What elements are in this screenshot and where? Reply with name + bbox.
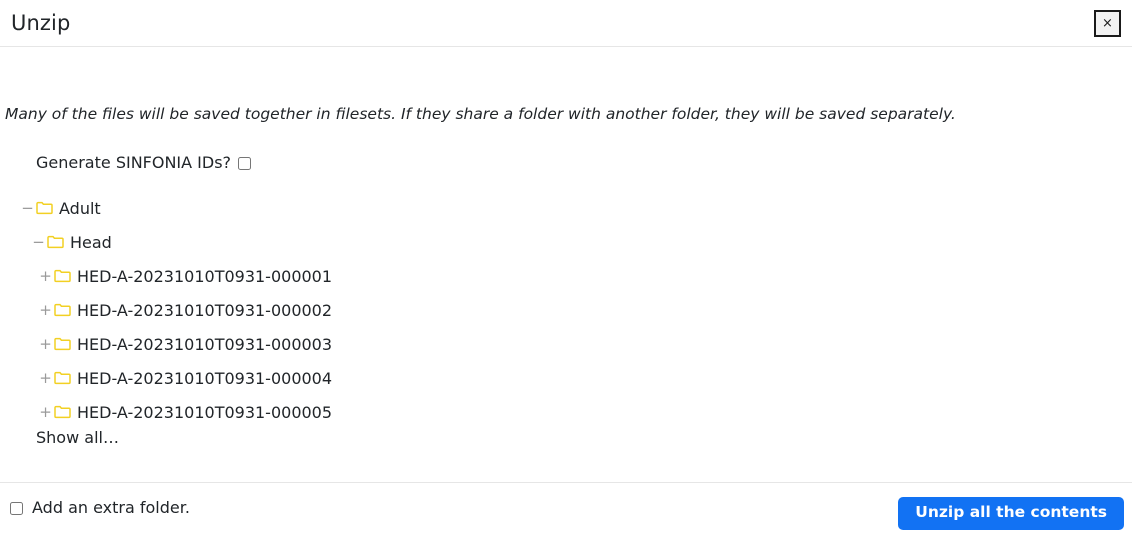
collapse-toggle-icon[interactable]: − (21, 200, 34, 216)
dialog-header: Unzip × (0, 0, 1132, 47)
folder-icon (54, 269, 71, 283)
tree-node[interactable]: + HED-A-20231010T0931-000001 (0, 259, 1132, 293)
expand-toggle-icon[interactable]: + (39, 404, 52, 420)
folder-icon (54, 405, 71, 419)
collapse-toggle-icon[interactable]: − (32, 234, 45, 250)
expand-toggle-icon[interactable]: + (39, 336, 52, 352)
tree-node-label: Adult (59, 198, 101, 218)
tree-node[interactable]: + HED-A-20231010T0931-000004 (0, 361, 1132, 395)
expand-toggle-icon[interactable]: + (39, 370, 52, 386)
tree-node[interactable]: + HED-A-20231010T0931-000002 (0, 293, 1132, 327)
tree-node-label: HED-A-20231010T0931-000001 (77, 266, 333, 286)
tree-node-label: Head (70, 232, 112, 252)
close-icon: × (1102, 16, 1113, 31)
folder-icon (54, 337, 71, 351)
folder-icon (54, 303, 71, 317)
tree-node-label: HED-A-20231010T0931-000004 (77, 368, 333, 388)
tree-node[interactable]: − Head (0, 225, 1132, 259)
dialog-title: Unzip (11, 11, 71, 35)
dialog-body: Many of the files will be saved together… (0, 47, 1132, 543)
show-all-link[interactable]: Show all… (36, 430, 119, 446)
intro-text: Many of the files will be saved together… (5, 105, 956, 123)
tree-node-label: HED-A-20231010T0931-000003 (77, 334, 333, 354)
generate-sinfonia-ids-row: Generate SINFONIA IDs? (36, 153, 252, 172)
expand-toggle-icon[interactable]: + (39, 302, 52, 318)
tree-node[interactable]: − Adult (0, 191, 1132, 225)
expand-toggle-icon[interactable]: + (39, 268, 52, 284)
folder-icon (47, 235, 64, 249)
generate-sinfonia-ids-checkbox[interactable] (238, 156, 252, 170)
tree-node-label: HED-A-20231010T0931-000002 (77, 300, 333, 320)
folder-tree: − Adult − Head + HED-A-20231010T0931-000001 + H… (0, 191, 1132, 429)
dialog-footer: Unzip all the contents (0, 482, 1132, 543)
tree-node-label: HED-A-20231010T0931-000005 (77, 402, 333, 422)
unzip-all-contents-button[interactable]: Unzip all the contents (898, 496, 1124, 530)
tree-node[interactable]: + HED-A-20231010T0931-000003 (0, 327, 1132, 361)
unzip-dialog: Unzip × Many of the files will be saved … (0, 0, 1132, 543)
close-button[interactable]: × (1094, 10, 1121, 37)
folder-icon (54, 371, 71, 385)
generate-sinfonia-ids-label: Generate SINFONIA IDs? (36, 153, 232, 172)
tree-node[interactable]: + HED-A-20231010T0931-000005 (0, 395, 1132, 429)
folder-icon (36, 201, 53, 215)
